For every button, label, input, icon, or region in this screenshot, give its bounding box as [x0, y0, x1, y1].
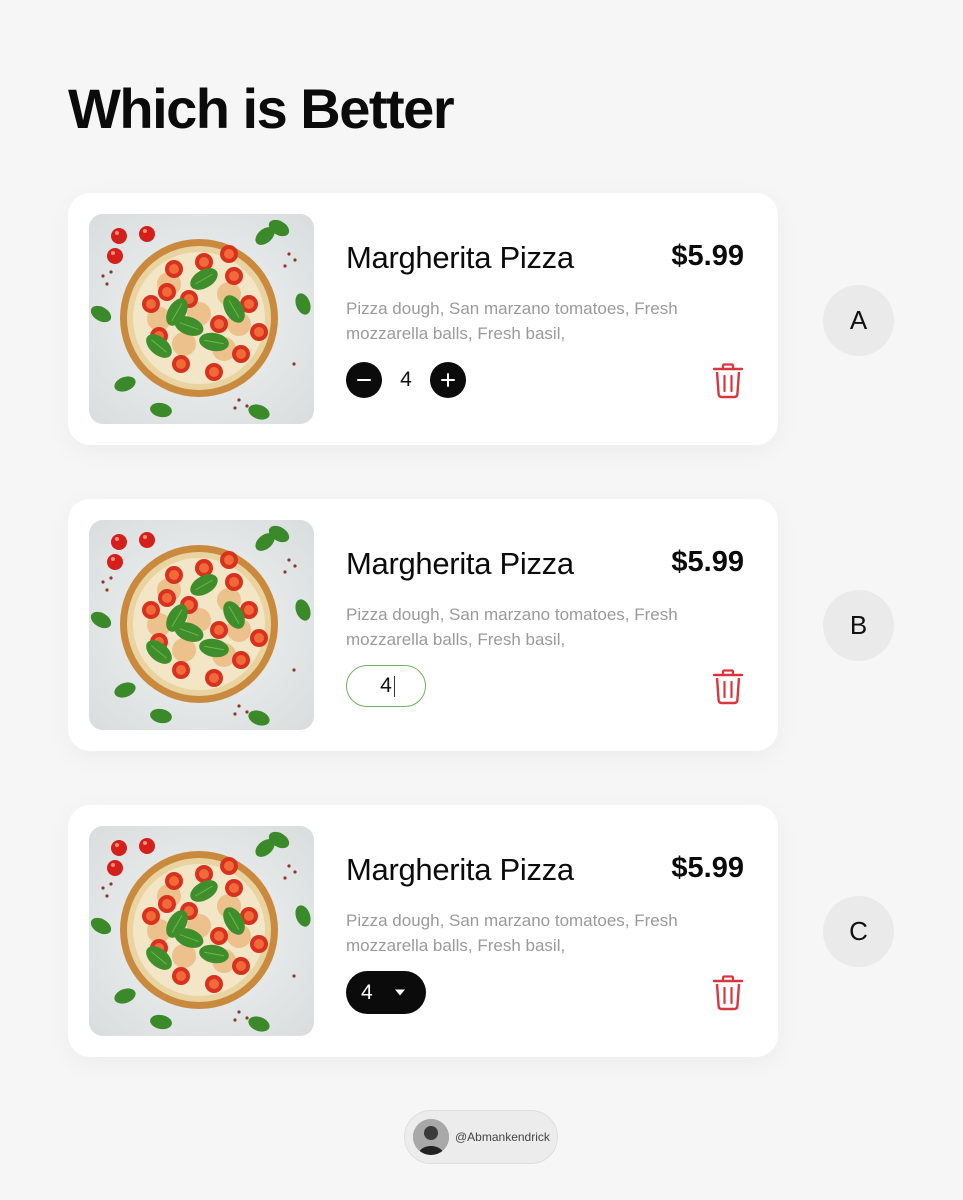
item-name: Margherita Pizza	[346, 546, 574, 581]
item-price: $5.99	[671, 546, 744, 578]
quantity-input[interactable]: 4	[346, 665, 426, 707]
minus-icon	[357, 379, 371, 381]
pizza-image	[89, 214, 314, 424]
author-handle: @Abmankendrick	[455, 1130, 550, 1144]
trash-icon[interactable]	[712, 363, 744, 399]
increase-quantity-button[interactable]	[430, 362, 466, 398]
quantity-dropdown[interactable]: 4	[346, 971, 426, 1014]
pizza-image	[89, 826, 314, 1036]
decrease-quantity-button[interactable]	[346, 362, 382, 398]
item-name: Margherita Pizza	[346, 240, 574, 275]
option-label-a: A	[823, 285, 894, 356]
cart-item-card-a: Margherita Pizza $5.99 Pizza dough, San …	[68, 193, 778, 445]
quantity-dropdown-value: 4	[361, 981, 373, 1004]
quantity-value: 4	[400, 368, 412, 391]
avatar	[413, 1119, 449, 1155]
trash-icon[interactable]	[712, 975, 744, 1011]
cart-item-card-b: Margherita Pizza $5.99 Pizza dough, San …	[68, 499, 778, 751]
item-name: Margherita Pizza	[346, 852, 574, 887]
item-price: $5.99	[671, 240, 744, 272]
cart-item-card-c: Margherita Pizza $5.99 Pizza dough, San …	[68, 805, 778, 1057]
item-description: Pizza dough, San marzano tomatoes, Fresh…	[346, 299, 678, 343]
item-description: Pizza dough, San marzano tomatoes, Fresh…	[346, 605, 678, 649]
item-price: $5.99	[671, 852, 744, 884]
pizza-image	[89, 520, 314, 730]
option-label-b: B	[823, 590, 894, 661]
option-label-c: C	[823, 896, 894, 967]
trash-icon[interactable]	[712, 669, 744, 705]
page-title: Which is Better	[68, 77, 455, 140]
chevron-down-icon	[395, 989, 405, 996]
quantity-input-value: 4	[380, 674, 392, 697]
plus-icon	[441, 373, 455, 387]
text-cursor	[394, 676, 395, 697]
author-credit: @Abmankendrick	[404, 1110, 558, 1164]
item-description: Pizza dough, San marzano tomatoes, Fresh…	[346, 911, 678, 955]
